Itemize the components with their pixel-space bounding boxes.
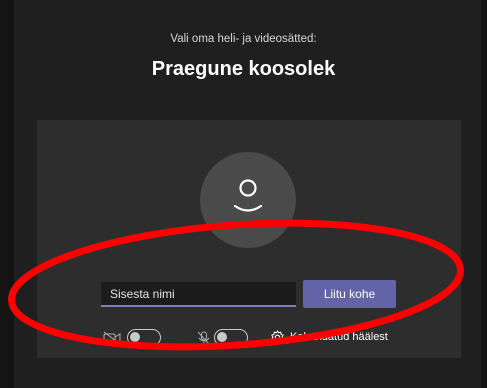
microphone-toggle[interactable] — [214, 329, 248, 346]
pre-join-screen: Vali oma heli- ja videosätted: Praegune … — [0, 0, 487, 388]
device-controls: Kohandatud häälest — [100, 326, 440, 350]
person-icon — [233, 179, 263, 212]
device-settings-label[interactable]: Kohandatud häälest — [290, 331, 388, 343]
name-input[interactable] — [101, 282, 296, 307]
camera-toggle[interactable] — [127, 329, 161, 346]
microphone-off-icon — [197, 331, 211, 346]
settings-prompt: Vali oma heli- ja videosätted: — [170, 33, 317, 45]
join-now-button[interactable]: Liitu kohe — [303, 280, 396, 308]
microphone-toggle-knob — [217, 332, 227, 342]
meeting-title: Praegune koosolek — [151, 58, 336, 80]
gear-icon[interactable] — [270, 330, 285, 345]
avatar — [200, 152, 296, 248]
camera-toggle-knob — [130, 332, 140, 342]
camera-off-icon — [103, 331, 121, 345]
